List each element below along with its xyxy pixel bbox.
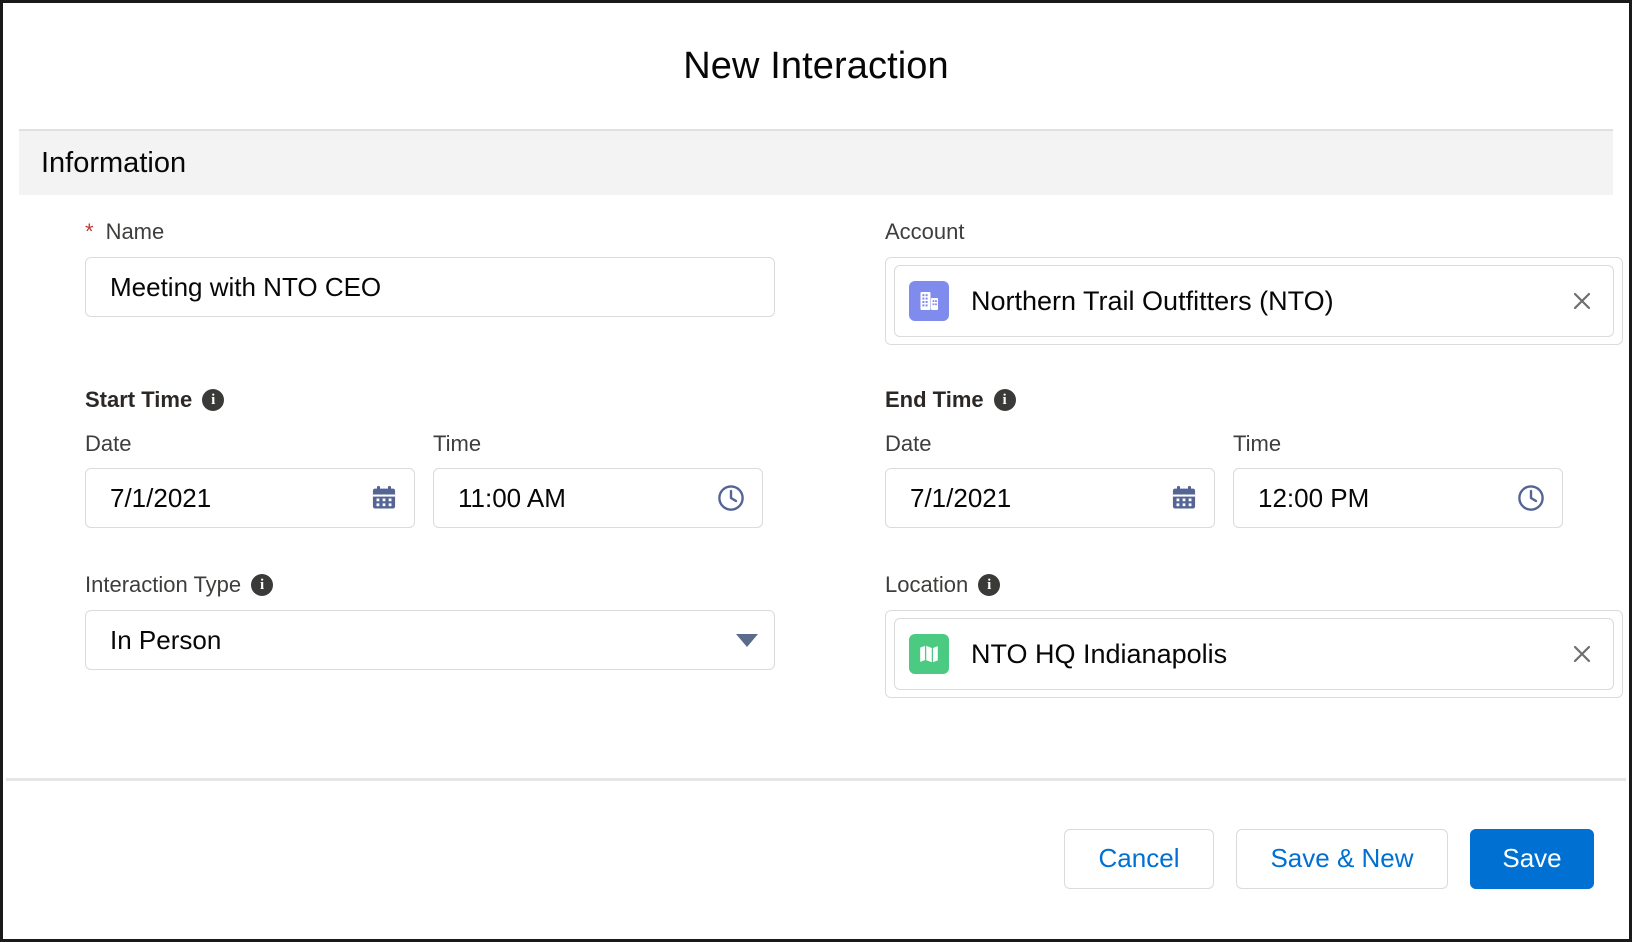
location-clear-close-icon[interactable] [1565,637,1599,671]
start-time-value: 11:00 AM [458,482,566,513]
start-date-group: Date 7/1/2021 [85,433,415,528]
new-interaction-modal: New Interaction Information * Name Meeti… [0,0,1632,942]
save-button[interactable]: Save [1470,828,1594,889]
save-and-new-button[interactable]: Save & New [1236,828,1448,889]
field-end-time: End Time i Date 7/1/2021 Time 12:00 PM [885,389,1623,528]
end-time-info-icon[interactable]: i [993,389,1016,411]
field-location-label-text: Location [885,572,969,597]
end-time-inputs: Date 7/1/2021 Time 12:00 PM [885,433,1623,528]
account-building-icon [909,281,949,321]
end-date-label: Date [885,431,932,456]
interaction-type-info-icon[interactable]: i [251,574,274,596]
account-pill[interactable]: Northern Trail Outfitters (NTO) [894,265,1614,337]
cancel-button[interactable]: Cancel [1064,828,1214,889]
field-location: Location i NTO HQ Indianapolis [885,574,1623,698]
field-start-time-label-text: Start Time [85,387,193,412]
calendar-icon[interactable] [1170,484,1198,512]
end-date-group: Date 7/1/2021 [885,433,1215,528]
end-date-input[interactable]: 7/1/2021 [885,468,1215,528]
section-title: Information [41,146,187,179]
field-account-label-text: Account [885,219,965,244]
chevron-down-icon[interactable] [736,633,758,647]
account-clear-close-icon[interactable] [1565,284,1599,318]
modal-body: * Name Meeting with NTO CEO Account Nort… [3,195,1629,698]
interaction-type-value: In Person [110,624,222,655]
form-grid: * Name Meeting with NTO CEO Account Nort… [19,221,1623,698]
map-location-icon [909,634,949,674]
field-account-label: Account [885,221,1623,243]
field-account: Account Northern Trail Outfitters (NTO) [885,221,1623,345]
account-lookup-input[interactable]: Northern Trail Outfitters (NTO) [885,257,1623,345]
location-pill[interactable]: NTO HQ Indianapolis [894,618,1614,690]
modal-header: New Interaction [3,3,1629,129]
field-start-time: Start Time i Date 7/1/2021 Time 11:00 AM [85,389,823,528]
start-time-sub-label: Time [433,431,482,456]
modal-footer: Cancel Save & New Save [6,778,1626,936]
name-input-value: Meeting with NTO CEO [110,271,382,302]
field-start-time-label: Start Time i [85,389,823,411]
name-input[interactable]: Meeting with NTO CEO [85,257,775,317]
start-time-info-icon[interactable]: i [202,389,225,411]
location-lookup-input[interactable]: NTO HQ Indianapolis [885,610,1623,698]
field-name-label-text: Name [105,219,165,244]
start-date-label: Date [85,431,132,456]
field-interaction-type: Interaction Type i In Person [85,574,823,698]
field-name-label: * Name [85,221,823,243]
start-time-input[interactable]: 11:00 AM [433,468,763,528]
field-interaction-type-label-text: Interaction Type [85,572,242,597]
interaction-type-select[interactable]: In Person [85,610,775,670]
field-end-time-label: End Time i [885,389,1623,411]
start-time-group: Time 11:00 AM [433,433,763,528]
end-time-sub-label: Time [1233,431,1282,456]
location-info-icon[interactable]: i [978,574,1001,596]
field-end-time-label-text: End Time [885,387,984,412]
page-title: New Interaction [683,44,949,87]
end-time-group: Time 12:00 PM [1233,433,1563,528]
start-date-input[interactable]: 7/1/2021 [85,468,415,528]
section-header-information: Information [19,129,1613,195]
field-location-label: Location i [885,574,1623,596]
field-interaction-type-label: Interaction Type i [85,574,823,596]
field-name: * Name Meeting with NTO CEO [85,221,823,345]
end-date-value: 7/1/2021 [910,482,1012,513]
start-time-inputs: Date 7/1/2021 Time 11:00 AM [85,433,823,528]
clock-icon[interactable] [716,483,746,513]
end-time-input[interactable]: 12:00 PM [1233,468,1563,528]
calendar-icon[interactable] [370,484,398,512]
start-date-value: 7/1/2021 [110,482,212,513]
location-pill-text: NTO HQ Indianapolis [971,638,1228,669]
end-time-value: 12:00 PM [1258,482,1370,513]
account-pill-text: Northern Trail Outfitters (NTO) [971,285,1334,316]
clock-icon[interactable] [1516,483,1546,513]
required-asterisk-icon: * [85,219,94,244]
